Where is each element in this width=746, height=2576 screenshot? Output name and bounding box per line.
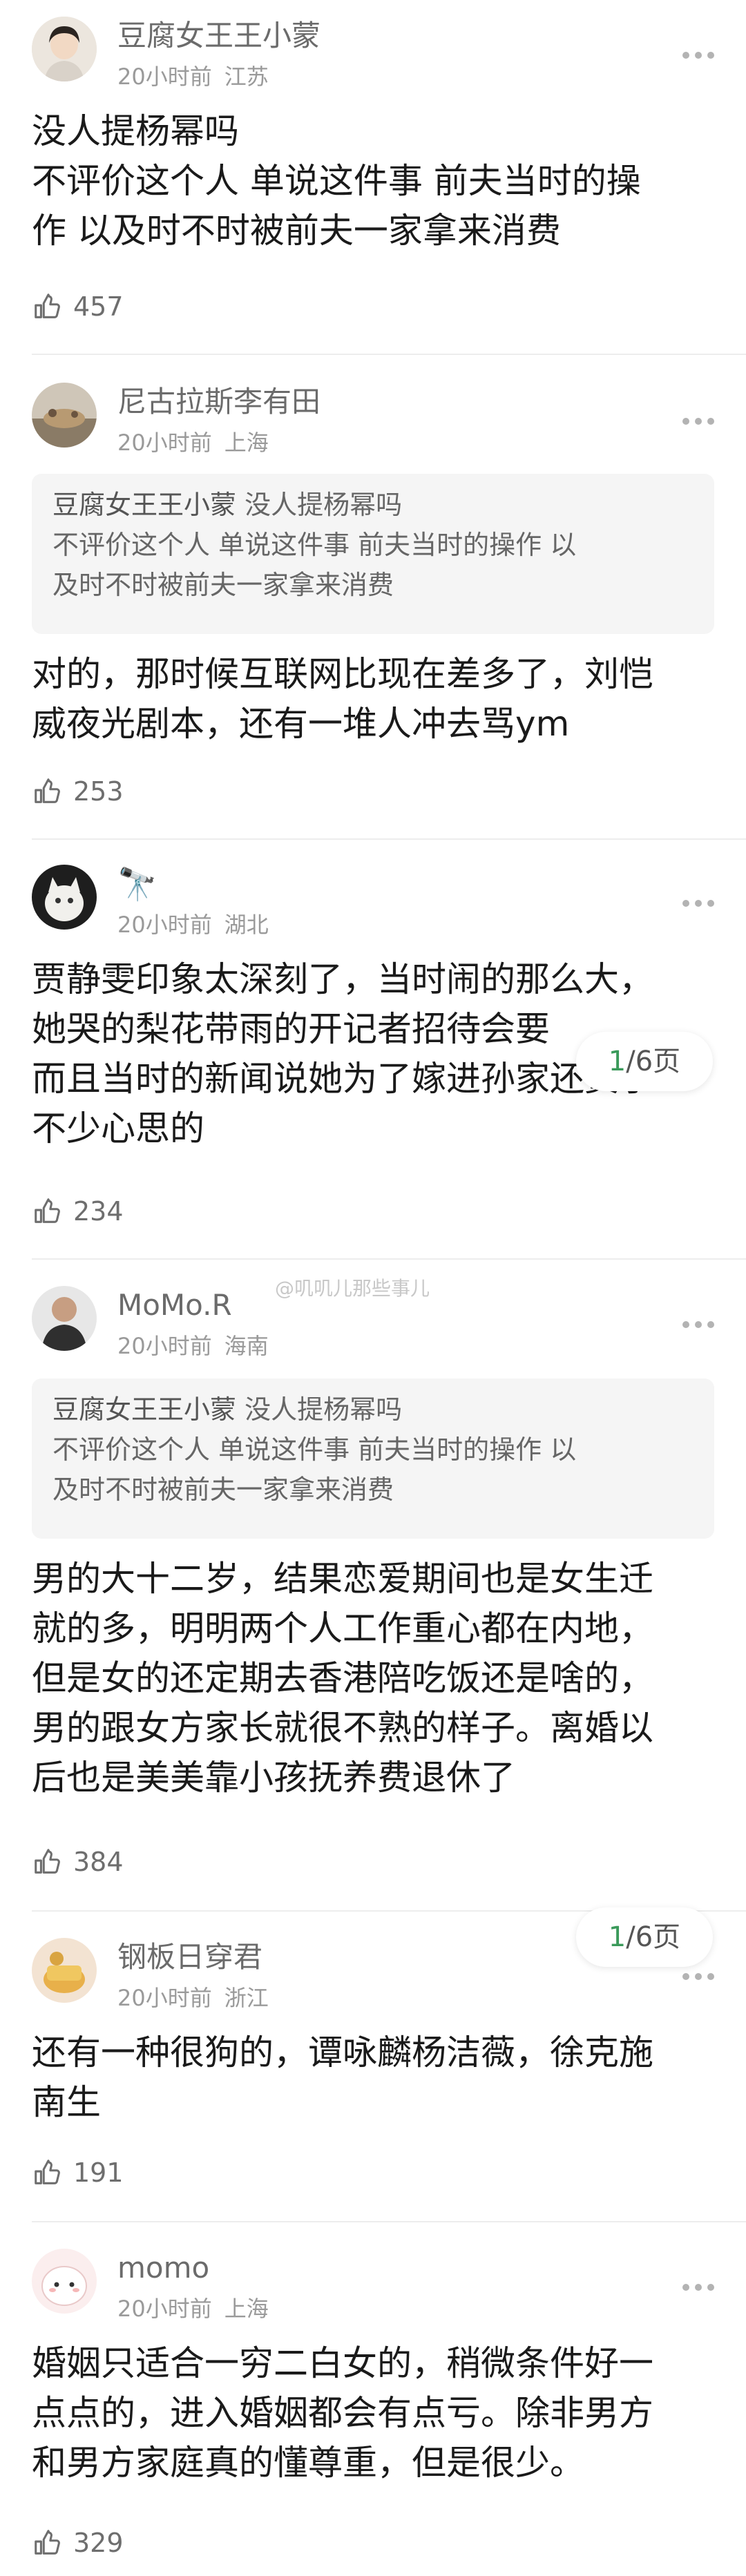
comment-location: 江苏 [224,64,269,90]
username[interactable]: MoMo.R [117,1287,232,1323]
comment-time: 20小时前 [117,64,212,90]
comment-time: 20小时前 [117,2296,212,2322]
like-button[interactable]: 457 [32,290,124,323]
divider [32,838,746,840]
thumbs-up-icon [35,1849,60,1874]
comment-text: 还有一种很狗的，谭咏麟杨洁薇，徐克施 南生 [32,2032,653,2122]
like-count: 329 [73,2528,124,2558]
quote-author[interactable]: 豆腐女王王小蒙 [52,1394,236,1425]
divider [32,2221,746,2222]
comment-meta: 20小时前 上海 [117,2294,269,2323]
comment-text: 没人提杨幂吗 不评价这个人 单说这件事 前夫当时的操 作 以及时不时被前夫一家拿… [32,111,641,251]
user-avatar[interactable] [32,1286,97,1351]
more-dots-icon[interactable] [682,418,714,426]
like-count: 191 [73,2157,124,2188]
username[interactable]: 豆腐女王王小蒙 [117,18,321,54]
user-avatar[interactable] [32,865,97,930]
more-dots-icon[interactable] [682,52,714,60]
like-count: 457 [73,291,124,322]
comment-text: 对的，那时候互联网比现在差多了，刘恺 威夜光剧本，还有一堆人冲去骂ym [32,654,653,744]
total-pages: /6页 [626,1046,681,1077]
thumbs-up-icon [35,778,60,803]
comment-time: 20小时前 [117,1985,212,2011]
comment-meta: 20小时前 海南 [117,1332,269,1361]
more-dots-icon[interactable] [682,900,714,908]
watermark: @叽叽儿那些事儿 [275,1277,430,1300]
username[interactable]: momo [117,2250,209,2286]
page-indicator[interactable]: 1/6页 [576,1032,713,1091]
comment-location: 上海 [224,2296,269,2322]
like-button[interactable]: 234 [32,1195,124,1228]
username[interactable]: 🔭 [117,866,157,902]
current-page: 1 [608,1921,627,1953]
comment-location: 浙江 [224,1985,269,2011]
username[interactable]: 尼古拉斯李有田 [117,384,321,420]
quoted-comment[interactable]: 豆腐女王王小蒙 没人提杨幂吗 不评价这个人 单说这件事 前夫当时的操作 以 及时… [32,474,714,634]
divider [32,1258,746,1260]
current-page: 1 [608,1046,627,1077]
comment-location: 湖北 [224,912,269,938]
comment-location: 海南 [224,1333,269,1359]
comment-location: 上海 [224,430,269,456]
total-pages: /6页 [626,1921,681,1953]
comment-text: 婚姻只适合一穷二白女的，稍微条件好一 点点的，进入婚姻都会有点亏。除非男方 和男… [32,2343,653,2483]
thumbs-up-icon [35,2530,60,2555]
comment-meta: 20小时前 湖北 [117,910,269,939]
username[interactable]: 钢板日穿君 [117,1939,262,1975]
comment-time: 20小时前 [117,430,212,456]
divider [32,354,746,355]
user-avatar[interactable] [32,383,97,448]
thumbs-up-icon [35,294,60,318]
comment-meta: 20小时前 浙江 [117,1983,269,2012]
more-dots-icon[interactable] [682,1321,714,1329]
like-button[interactable]: 253 [32,775,124,808]
comment-text: 男的大十二岁，结果恋爱期间也是女生迁 就的多，明明两个人工作重心都在内地， 但是… [32,1559,653,1798]
user-avatar[interactable] [32,17,97,81]
thumbs-up-icon [35,1198,60,1223]
like-count: 234 [73,1196,124,1227]
page-indicator[interactable]: 1/6页 [576,1907,713,1967]
quoted-comment[interactable]: 豆腐女王王小蒙 没人提杨幂吗 不评价这个人 单说这件事 前夫当时的操作 以 及时… [32,1378,714,1539]
like-button[interactable]: 329 [32,2526,124,2559]
comment-time: 20小时前 [117,912,212,938]
like-button[interactable]: 384 [32,1845,124,1878]
user-avatar[interactable] [32,1938,97,2003]
more-dots-icon[interactable] [682,1973,714,1981]
like-count: 384 [73,1847,124,1877]
user-avatar[interactable] [32,2249,97,2314]
quote-author[interactable]: 豆腐女王王小蒙 [52,490,236,520]
more-dots-icon[interactable] [682,2284,714,2292]
like-count: 253 [73,776,124,807]
comment-meta: 20小时前 江苏 [117,62,269,91]
comment-meta: 20小时前 上海 [117,428,269,457]
comment-time: 20小时前 [117,1333,212,1359]
like-button[interactable]: 191 [32,2156,124,2189]
thumbs-up-icon [35,2160,60,2184]
